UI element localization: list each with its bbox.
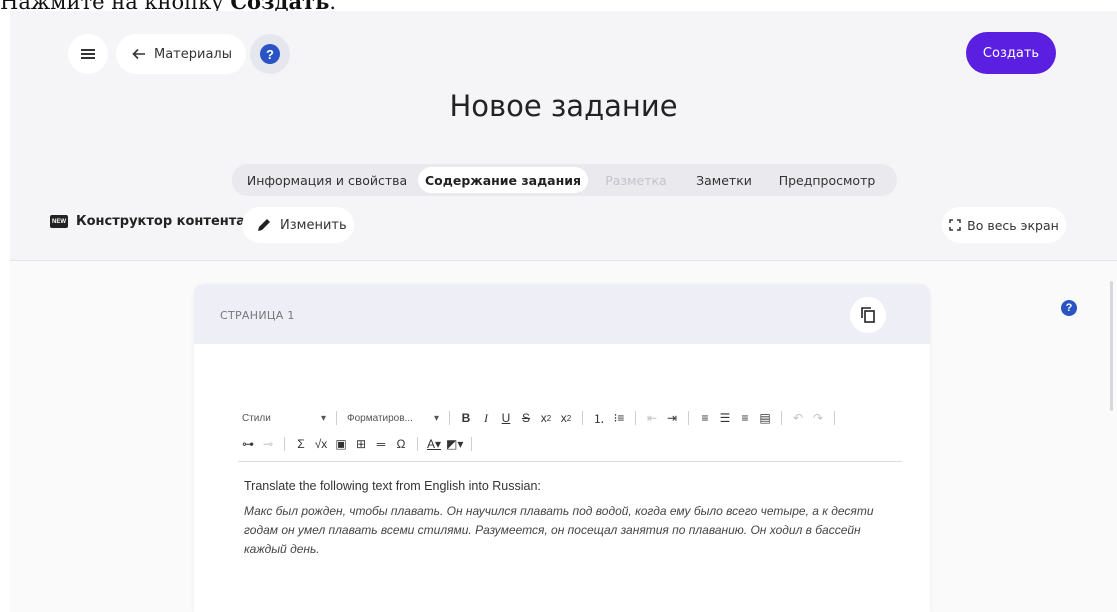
tabs-bar: Информация и свойства Содержание задания… — [232, 164, 897, 196]
separator — [781, 411, 782, 425]
bold-icon[interactable]: B — [456, 408, 476, 428]
page-card-header: СТРАНИЦА 1 — [194, 284, 930, 344]
align-right-icon[interactable]: ≡ — [735, 408, 755, 428]
edit-label: Изменить — [280, 217, 347, 233]
table-icon[interactable]: ⊞ — [351, 434, 371, 454]
new-badge: NEW — [50, 215, 68, 228]
pencil-icon — [258, 219, 270, 231]
separator — [635, 411, 636, 425]
separator — [417, 437, 418, 451]
superscript-icon[interactable]: x2 — [556, 408, 576, 428]
horizontal-line-icon[interactable]: ═ — [371, 434, 391, 454]
back-to-materials-button[interactable]: Материалы — [116, 34, 246, 74]
app-window: Материалы ? Создать Новое задание Информ… — [10, 11, 1117, 612]
question-icon: ? — [1061, 300, 1077, 316]
page-title: Новое задание — [449, 89, 678, 123]
subscript-icon[interactable]: x2 — [536, 408, 556, 428]
page-label: СТРАНИЦА 1 — [220, 309, 295, 322]
align-left-icon[interactable]: ≡ — [695, 408, 715, 428]
tab-info[interactable]: Информация и свойства — [236, 167, 418, 193]
back-label: Материалы — [154, 46, 232, 62]
fullscreen-label: Во весь экран — [967, 217, 1059, 233]
content-constructor: NEW Конструктор контента — [50, 214, 245, 229]
separator — [449, 411, 450, 425]
link-icon[interactable]: ⊶ — [238, 434, 258, 454]
toolbar-divider — [238, 461, 902, 462]
tab-content[interactable]: Содержание задания — [418, 167, 588, 193]
arrow-left-icon — [132, 48, 145, 60]
styles-label: Стили — [242, 412, 271, 424]
format-label: Форматиров... — [347, 412, 413, 424]
menu-button[interactable] — [68, 34, 108, 74]
separator — [284, 437, 285, 451]
tab-markup: Разметка — [605, 172, 667, 188]
editor-paragraph: Translate the following text from Englis… — [244, 479, 541, 493]
edit-button[interactable]: Изменить — [242, 207, 354, 243]
fullscreen-button[interactable]: Во весь экран — [942, 207, 1066, 243]
redo-icon[interactable]: ↷ — [808, 408, 828, 428]
tab-notes[interactable]: Заметки — [684, 167, 764, 193]
unlink-icon[interactable]: ⊸ — [258, 434, 278, 454]
separator — [834, 411, 835, 425]
strikethrough-icon[interactable]: S — [516, 408, 536, 428]
italic-icon[interactable]: I — [476, 408, 496, 428]
sigma-icon[interactable]: Σ — [291, 434, 311, 454]
constructor-label: Конструктор контента — [76, 214, 246, 229]
outdent-icon[interactable]: ⇤ — [642, 408, 662, 428]
help-button[interactable]: ? — [250, 34, 290, 74]
hamburger-icon — [81, 49, 95, 59]
question-icon: ? — [260, 44, 280, 64]
indent-icon[interactable]: ⇥ — [662, 408, 682, 428]
create-button[interactable]: Создать — [966, 32, 1056, 74]
scrollbar[interactable] — [1110, 281, 1113, 411]
undo-icon[interactable]: ↶ — [788, 408, 808, 428]
editor-paragraph: Макс был рожден, чтобы плавать. Он научи… — [244, 504, 874, 556]
align-center-icon[interactable]: ☰ — [715, 408, 735, 428]
separator — [336, 411, 337, 425]
underline-icon[interactable]: U — [496, 408, 516, 428]
rich-text-toolbar: Стили ▾ Форматиров... ▾ B I U S x2 x2 ⒈ ⁝≡… — [238, 407, 902, 462]
omega-icon[interactable]: Ω — [391, 434, 411, 454]
page-card: СТРАНИЦА 1 Стили ▾ Форматиров... ▾ B I U S… — [194, 284, 930, 612]
copy-icon — [861, 307, 875, 323]
background-color-icon[interactable]: ◩▾ — [444, 434, 465, 454]
page-help-button[interactable]: ? — [1061, 300, 1077, 316]
tab-preview[interactable]: Предпросмотр — [764, 167, 890, 193]
separator — [471, 437, 473, 451]
editor-content[interactable]: Translate the following text from Englis… — [244, 479, 904, 559]
fullscreen-icon — [949, 219, 961, 231]
formula-icon[interactable]: √x — [311, 434, 331, 454]
text-color-icon[interactable]: A▾ — [424, 434, 444, 454]
copy-page-button[interactable] — [850, 297, 886, 333]
format-dropdown[interactable]: Форматиров... ▾ — [343, 408, 443, 428]
align-justify-icon[interactable]: ▤ — [755, 408, 775, 428]
numbered-list-icon[interactable]: ⒈ — [589, 408, 609, 428]
chevron-down-icon: ▾ — [320, 412, 326, 424]
separator — [688, 411, 689, 425]
separator — [582, 411, 583, 425]
bulleted-list-icon[interactable]: ⁝≡ — [609, 408, 629, 428]
chevron-down-icon: ▾ — [433, 412, 439, 424]
styles-dropdown[interactable]: Стили ▾ — [238, 408, 330, 428]
image-icon[interactable]: ▣ — [331, 434, 351, 454]
